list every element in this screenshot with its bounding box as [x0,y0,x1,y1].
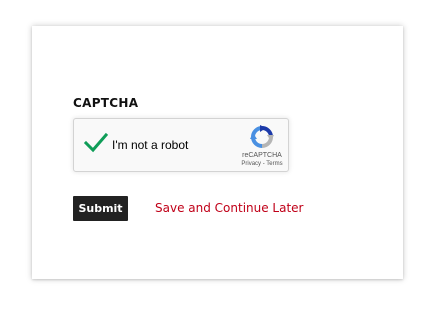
recaptcha-links: Privacy - Terms [232,161,292,167]
submit-button[interactable]: Submit [73,196,128,221]
save-and-continue-later-link[interactable]: Save and Continue Later [155,201,304,215]
checkmark-icon[interactable] [83,132,109,154]
form-card: CAPTCHA I'm not a robot reCAPTCHA Privac… [32,26,403,279]
recaptcha-widget: I'm not a robot reCAPTCHA Privacy - Term… [73,118,289,172]
recaptcha-logo-icon [250,125,274,149]
not-robot-label: I'm not a robot [112,138,189,152]
captcha-heading: CAPTCHA [73,96,139,110]
privacy-link[interactable]: Privacy [241,161,261,167]
terms-link[interactable]: Terms [266,161,282,167]
recaptcha-brand: reCAPTCHA [242,152,282,159]
